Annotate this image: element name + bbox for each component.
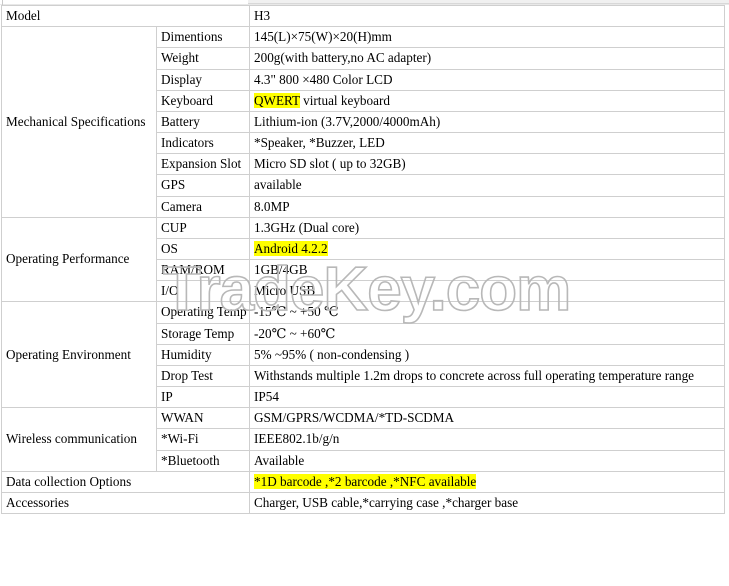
row-value-operating-temp: -15℃ ~ +50 ℃ [249,301,725,324]
row-value-cup: 1.3GHz (Dual core) [249,216,725,239]
top-strip-middle-segment [248,0,729,4]
group-label-operating-environment: Operating Environment [1,301,157,409]
row-value-keyboard-rest: virtual keyboard [299,92,390,108]
row-label-model: Model [1,4,250,28]
row-value-wwan: GSM/GPRS/WCDMA/*TD-SCDMA [249,407,725,430]
row-label-display: Display [156,68,250,91]
row-label-drop-test: Drop Test [156,364,250,388]
row-value-humidity: 5% ~95% ( non-condensing ) [249,343,725,366]
row-label-io: I/O [156,280,250,303]
table-row: Wireless communication WWAN GSM/GPRS/WCD… [1,407,725,472]
row-value-os: Android 4.2.2 [249,237,725,261]
row-label-wwan: WWAN [156,407,250,430]
row-label-indicators: Indicators [156,132,250,155]
row-label-wifi: *Wi-Fi [156,428,250,451]
table-row: Model H3 [1,4,725,28]
highlight-os-value: Android 4.2.2 [254,240,328,256]
row-label-data-collection-options: Data collection Options [1,470,250,493]
row-value-wifi: IEEE802.1b/g/n [249,428,725,451]
highlight-qwert: QWERT [254,92,300,108]
row-label-camera: Camera [156,195,250,218]
row-value-ip: IP54 [249,386,725,409]
row-value-battery: Lithium-ion (3.7V,2000/4000mAh) [249,110,725,134]
specification-page: Model H3 Mechanical Specifications Dimen… [0,0,729,586]
row-label-cup: CUP [156,216,250,239]
row-label-os: OS [156,237,250,261]
group-label-operating-performance: Operating Performance [1,216,157,303]
row-label-gps: GPS [156,174,250,197]
group-label-wireless-communication: Wireless communication [1,407,157,472]
specification-table-body: Model H3 Mechanical Specifications Dimen… [1,4,725,515]
row-label-dimentions: Dimentions [156,26,250,49]
table-row: Accessories Charger, USB cable,*carrying… [1,491,725,515]
row-value-indicators: *Speaker, *Buzzer, LED [249,132,725,155]
row-value-accessories: Charger, USB cable,*carrying case ,*char… [249,491,725,515]
row-value-display: 4.3" 800 ×480 Color LCD [249,68,725,91]
row-label-ram-rom: RAM/ROM [156,259,250,282]
row-value-io: Micro USB [249,280,725,303]
row-label-storage-temp: Storage Temp [156,322,250,345]
row-value-keyboard: QWERT virtual keyboard [249,89,725,112]
table-row: Operating Environment Operating Temp -15… [1,301,725,409]
row-label-operating-temp: Operating Temp [156,301,250,324]
row-label-bluetooth: *Bluetooth [156,449,250,472]
row-value-model: H3 [249,4,725,28]
table-row: Mechanical Specifications Dimentions 145… [1,26,725,218]
row-value-gps: available [249,174,725,197]
row-label-battery: Battery [156,110,250,134]
row-value-ram-rom: 1GB/4GB [249,259,725,282]
table-row: Data collection Options *1D barcode ,*2 … [1,470,725,493]
row-label-accessories: Accessories [1,491,250,515]
row-label-expansion-slot: Expansion Slot [156,153,250,176]
group-label-mechanical-specifications: Mechanical Specifications [1,26,157,218]
row-value-drop-test: Withstands multiple 1.2m drops to concre… [249,364,725,388]
row-label-ip: IP [156,386,250,409]
row-value-weight: 200g(with battery,no AC adapter) [249,47,725,70]
row-label-humidity: Humidity [156,343,250,366]
row-value-data-collection-options: *1D barcode ,*2 barcode ,*NFC available [249,470,725,493]
row-label-weight: Weight [156,47,250,70]
highlight-data-collection-value: *1D barcode ,*2 barcode ,*NFC available [254,473,477,489]
row-value-expansion-slot: Micro SD slot ( up to 32GB) [249,153,725,176]
row-label-keyboard: Keyboard [156,89,250,112]
row-value-dimentions: 145(L)×75(W)×20(H)mm [249,26,725,49]
table-row: Operating Performance CUP 1.3GHz (Dual c… [1,216,725,303]
row-value-camera: 8.0MP [249,195,725,218]
specification-table: Model H3 Mechanical Specifications Dimen… [1,4,725,515]
row-value-bluetooth: Available [249,449,725,472]
row-value-storage-temp: -20℃ ~ +60℃ [249,322,725,345]
